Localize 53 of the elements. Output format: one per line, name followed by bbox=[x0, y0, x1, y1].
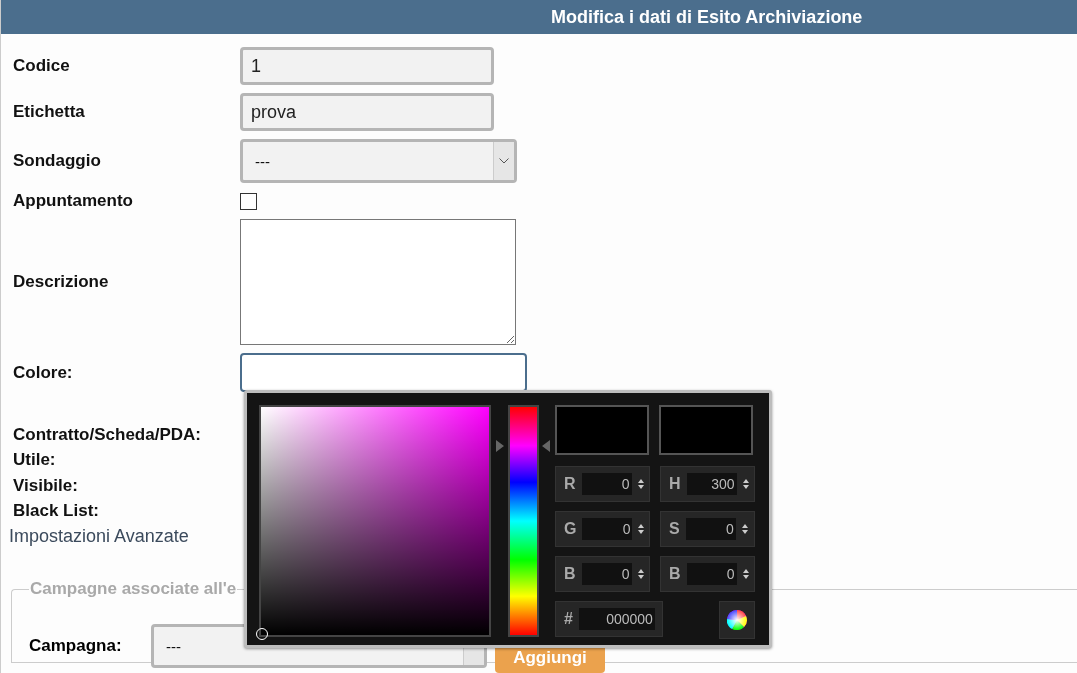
channel-field[interactable]: B 0 bbox=[660, 556, 755, 592]
channel-input[interactable]: 0 bbox=[685, 518, 736, 540]
field-label: Colore: bbox=[13, 362, 74, 383]
channel-input[interactable]: 300 bbox=[686, 473, 737, 495]
channel-field[interactable]: R 0 bbox=[555, 466, 650, 502]
field-label: Descrizione bbox=[13, 272, 110, 292]
field-label: Utile: bbox=[13, 450, 57, 471]
field-label: Campagna: bbox=[29, 636, 123, 656]
channel-input[interactable]: 0 bbox=[582, 518, 633, 540]
hue-slider[interactable] bbox=[496, 405, 550, 637]
channel-input[interactable]: 0 bbox=[581, 563, 632, 585]
channel-label: R bbox=[564, 475, 576, 493]
color-field[interactable] bbox=[240, 353, 527, 392]
saturation-brightness-area[interactable] bbox=[259, 405, 491, 637]
channel-label: B bbox=[564, 565, 576, 583]
hue-slider-handle[interactable] bbox=[496, 438, 550, 453]
field-label: Sondaggio bbox=[13, 151, 102, 171]
channel-field[interactable]: B 0 bbox=[555, 556, 650, 592]
field-label: Black List: bbox=[13, 501, 100, 522]
text-field[interactable]: 1 bbox=[240, 47, 494, 85]
hex-label: # bbox=[564, 610, 573, 628]
spinner-icon[interactable] bbox=[638, 524, 645, 534]
chevron-down-icon bbox=[499, 158, 509, 164]
channel-field[interactable]: G 0 bbox=[555, 511, 650, 547]
channel-input[interactable]: 0 bbox=[686, 563, 737, 585]
channel-field[interactable]: S 0 bbox=[660, 511, 755, 547]
channel-label: B bbox=[669, 565, 681, 583]
spinner-icon[interactable] bbox=[637, 569, 644, 579]
color-wheel-button[interactable] bbox=[719, 601, 755, 639]
description-textarea[interactable] bbox=[240, 219, 516, 345]
field-label: Codice bbox=[13, 56, 71, 76]
channel-label: G bbox=[564, 520, 577, 538]
page-title: Modifica i dati di Esito Archiviazione bbox=[551, 6, 863, 28]
spinner-icon[interactable] bbox=[741, 524, 748, 534]
field-label: Contratto/Scheda/PDA: bbox=[13, 424, 202, 445]
channel-input[interactable]: 0 bbox=[581, 473, 632, 495]
checkbox[interactable] bbox=[240, 192, 257, 210]
field-label: Etichetta bbox=[13, 102, 86, 122]
hex-input[interactable]: 000000 bbox=[578, 608, 655, 630]
spinner-icon[interactable] bbox=[637, 479, 644, 489]
spinner-icon[interactable] bbox=[742, 479, 749, 489]
field-label: Visibile: bbox=[13, 475, 79, 496]
select-field[interactable]: --- bbox=[240, 139, 517, 183]
hex-field[interactable]: # 000000 bbox=[555, 601, 663, 637]
channel-field[interactable]: H 300 bbox=[660, 466, 755, 502]
channel-label: S bbox=[669, 520, 680, 538]
channel-label: H bbox=[669, 475, 681, 493]
field-label: Appuntamento bbox=[13, 191, 134, 211]
text-field[interactable]: prova bbox=[240, 93, 494, 131]
advanced-settings-link[interactable]: Impostazioni Avanzate bbox=[9, 526, 189, 547]
spinner-icon[interactable] bbox=[742, 569, 749, 579]
color-wheel-icon bbox=[727, 610, 747, 630]
fieldset-legend: Campagne associate all'e bbox=[29, 579, 238, 599]
